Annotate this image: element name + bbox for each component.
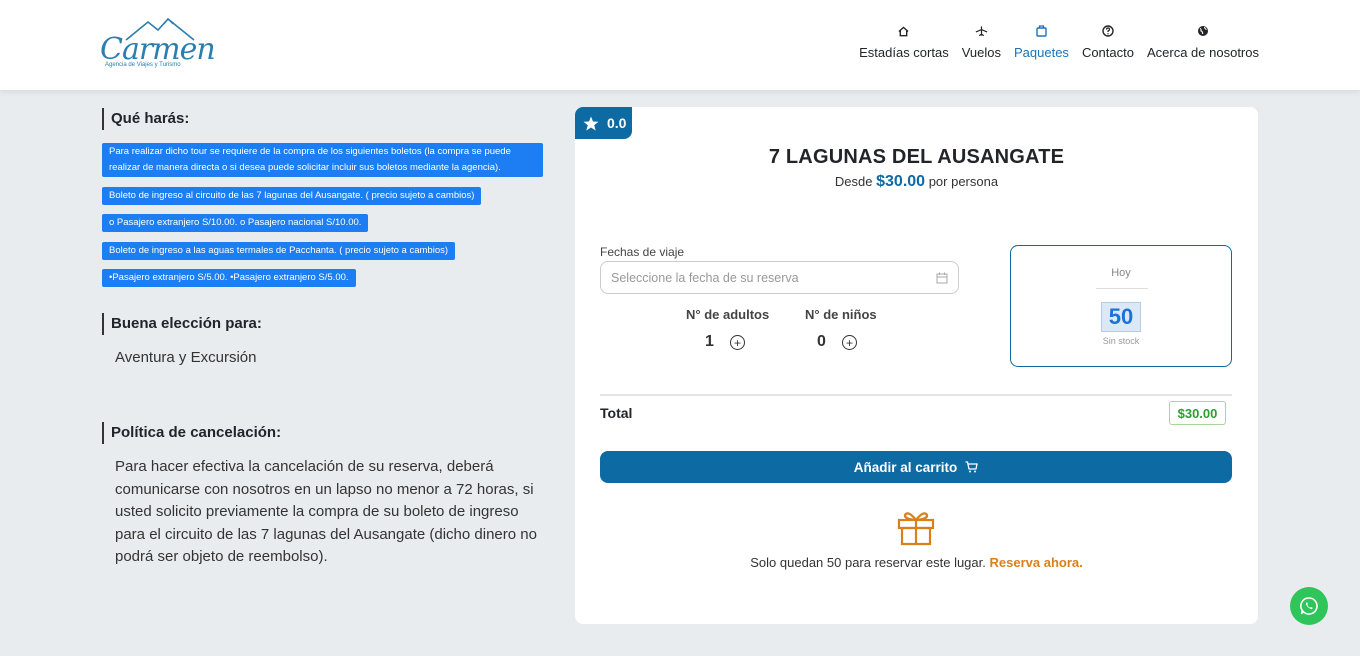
home-icon bbox=[897, 24, 911, 38]
children-label: N° de niños bbox=[805, 307, 877, 322]
total-divider bbox=[600, 394, 1232, 396]
stock-message-text: Solo quedan 50 para reservar este lugar. bbox=[750, 555, 986, 570]
what-item: Boleto de ingreso al circuito de las 7 l… bbox=[102, 187, 482, 205]
suitcase-icon bbox=[1034, 24, 1048, 38]
what-item: •Pasajero extranjero S/5.00. •Pasajero e… bbox=[102, 269, 356, 287]
nav-label: Vuelos bbox=[961, 45, 1001, 60]
nav-estadias-cortas[interactable]: Estadías cortas bbox=[859, 24, 949, 60]
brand-logo[interactable]: Carmen Agencia de Viajes y Turismo bbox=[100, 16, 216, 74]
nav-vuelos[interactable]: Vuelos bbox=[962, 24, 1001, 60]
nav-label: Paquetes bbox=[1014, 45, 1069, 60]
what-item: Para realizar dicho tour se requiere de … bbox=[102, 143, 543, 177]
nav-acerca[interactable]: Acerca de nosotros bbox=[1147, 24, 1259, 60]
top-header: Carmen Agencia de Viajes y Turismo Estad… bbox=[0, 0, 1360, 90]
gift-icon bbox=[896, 508, 936, 551]
policy-text: Para hacer efectiva la cancelación de su… bbox=[115, 458, 537, 565]
date-label: Fechas de viaje bbox=[600, 245, 685, 259]
adults-label: N° de adultos bbox=[686, 307, 770, 322]
star-icon bbox=[583, 116, 599, 130]
availability-day: Hoy bbox=[1111, 267, 1131, 279]
policy-title: Política de cancelación: bbox=[102, 422, 281, 444]
good-for-text: Aventura y Excursión bbox=[115, 349, 257, 366]
availability-status: Sin stock bbox=[1102, 336, 1140, 346]
children-increment-button[interactable]: + bbox=[842, 335, 857, 350]
price-line: Desde $30.00 por persona bbox=[575, 173, 1258, 191]
date-placeholder: Seleccione la fecha de su reserva bbox=[611, 270, 799, 285]
adults-increment-button[interactable]: + bbox=[730, 335, 745, 350]
stock-message: Solo quedan 50 para reservar este lugar.… bbox=[575, 555, 1258, 570]
nav-label: Acerca de nosotros bbox=[1146, 45, 1259, 60]
total-label: Total bbox=[600, 405, 633, 421]
what-item: Boleto de ingreso a las aguas termales d… bbox=[102, 242, 456, 260]
good-for-title: Buena elección para: bbox=[102, 313, 262, 335]
what-item: o Pasajero extranjero S/10.00. o Pasajer… bbox=[102, 214, 369, 232]
availability-count: 50 bbox=[1101, 302, 1141, 332]
add-to-cart-button[interactable]: Añadir al carrito bbox=[600, 451, 1232, 483]
date-picker-input[interactable]: Seleccione la fecha de su reserva bbox=[600, 261, 959, 294]
plus-icon: + bbox=[845, 335, 853, 350]
main-nav: Estadías cortas Vuelos Paquetes Contacto… bbox=[859, 24, 1259, 60]
whatsapp-icon bbox=[1300, 597, 1318, 615]
nav-contacto[interactable]: Contacto bbox=[1082, 24, 1134, 60]
reserve-now-link[interactable]: Reserva ahora. bbox=[990, 555, 1083, 570]
question-icon bbox=[1101, 24, 1115, 38]
total-value: $30.00 bbox=[1169, 401, 1226, 425]
rating-badge: 0.0 bbox=[575, 107, 632, 139]
package-title: 7 LAGUNAS DEL AUSANGATE bbox=[768, 146, 1065, 168]
globe-icon bbox=[1196, 24, 1210, 38]
brand-tagline: Agencia de Viajes y Turismo bbox=[105, 62, 181, 68]
nav-label: Estadías cortas bbox=[859, 45, 949, 60]
plus-icon: + bbox=[733, 335, 741, 350]
rating-value: 0.0 bbox=[607, 115, 627, 131]
add-to-cart-label: Añadir al carrito bbox=[853, 459, 958, 475]
nav-label: Contacto bbox=[1081, 45, 1134, 60]
what-title: Qué harás: bbox=[102, 108, 189, 130]
availability-box[interactable]: Hoy 50 Sin stock bbox=[1010, 245, 1232, 367]
plane-icon bbox=[974, 24, 988, 38]
price-suffix: por persona bbox=[928, 174, 999, 189]
availability-divider bbox=[1096, 288, 1148, 289]
calendar-icon bbox=[936, 272, 948, 283]
whatsapp-button[interactable] bbox=[1290, 587, 1328, 625]
price-amount: $30.00 bbox=[876, 173, 926, 190]
price-prefix: Desde bbox=[834, 174, 873, 189]
nav-paquetes[interactable]: Paquetes bbox=[1014, 24, 1069, 60]
cart-icon bbox=[965, 461, 979, 473]
adults-value: 1 bbox=[705, 333, 714, 350]
children-value: 0 bbox=[817, 333, 826, 350]
